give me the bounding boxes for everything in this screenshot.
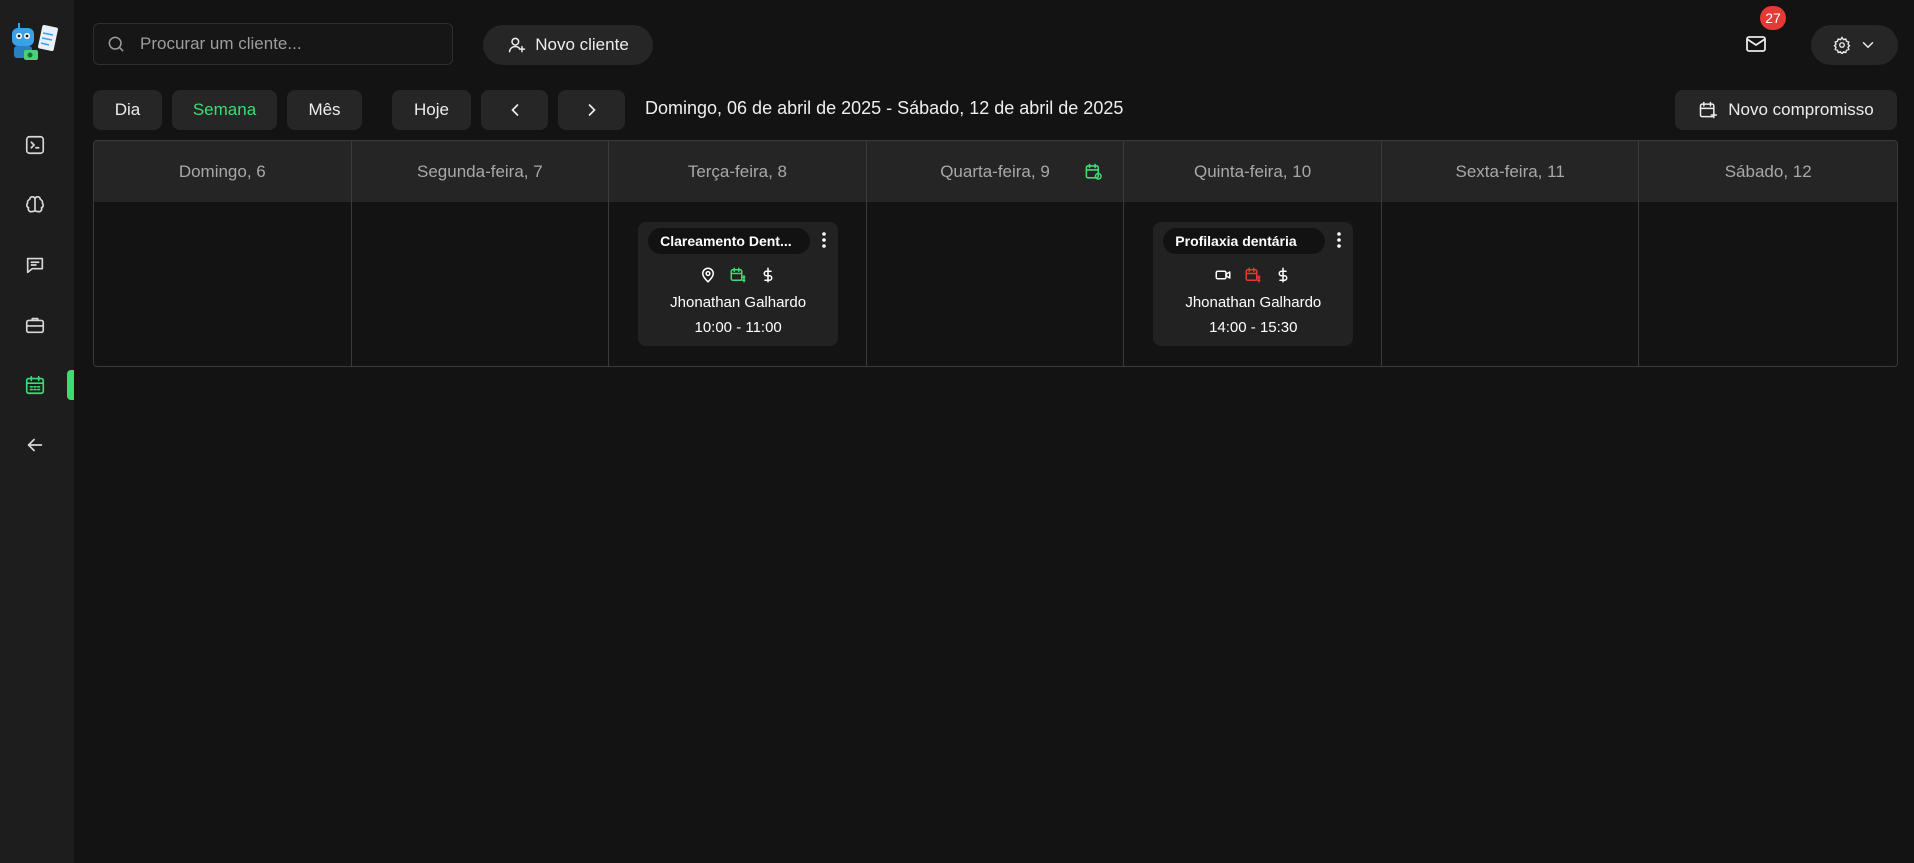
week-calendar: Domingo, 6 Segunda-feira, 7 Terça-feira,… bbox=[93, 140, 1898, 367]
mail-button[interactable] bbox=[1740, 28, 1772, 60]
nav-calendar-icon[interactable] bbox=[20, 370, 50, 400]
calendar-money-icon bbox=[730, 267, 746, 283]
nav-chat-icon[interactable] bbox=[20, 250, 50, 280]
day-column-sunday: Domingo, 6 bbox=[94, 141, 352, 366]
app-logo[interactable] bbox=[10, 20, 62, 64]
day-header-today: Quarta-feira, 9 bbox=[866, 141, 1124, 202]
nav-briefcase-icon[interactable] bbox=[20, 310, 50, 340]
appointment-title-text: Profilaxia dentária bbox=[1175, 233, 1297, 249]
view-month-button[interactable]: Mês bbox=[287, 90, 362, 130]
next-week-button[interactable] bbox=[558, 90, 625, 130]
appointment-menu-button[interactable] bbox=[816, 230, 832, 250]
more-vertical-icon bbox=[1337, 232, 1342, 248]
dollar-icon bbox=[1278, 267, 1288, 283]
day-header-label: Terça-feira, 8 bbox=[687, 161, 788, 181]
appointment-client-name: Jhonathan Galhardo bbox=[670, 294, 807, 311]
new-client-label: Novo cliente bbox=[535, 35, 629, 54]
nav-terminal-icon[interactable] bbox=[20, 130, 50, 160]
day-cell[interactable] bbox=[351, 202, 609, 366]
appointment-title: Profilaxia dentária bbox=[1163, 228, 1326, 254]
day-header: Sexta-feira, 11 bbox=[1381, 141, 1639, 202]
appointment-card[interactable]: Profilaxia dentária Jhonathan Galhardo 1… bbox=[1153, 222, 1354, 346]
search-input[interactable] bbox=[140, 34, 440, 54]
dollar-icon bbox=[763, 267, 773, 283]
appointment-menu-button[interactable] bbox=[1331, 230, 1347, 250]
mail-icon bbox=[1746, 36, 1766, 52]
day-header-label: Domingo, 6 bbox=[178, 161, 266, 181]
new-appointment-label: Novo compromisso bbox=[1728, 100, 1874, 119]
day-column-saturday: Sábado, 12 bbox=[1639, 141, 1897, 366]
mail-badge: 27 bbox=[1760, 6, 1786, 30]
nav-brain-icon[interactable] bbox=[20, 190, 50, 220]
appointment-time: 10:00 - 11:00 bbox=[694, 319, 782, 336]
chevron-down-icon bbox=[1862, 42, 1873, 49]
nav-active-indicator bbox=[67, 370, 74, 400]
gear-icon bbox=[1833, 36, 1850, 54]
settings-menu-button[interactable] bbox=[1811, 25, 1898, 65]
today-button[interactable]: Hoje bbox=[392, 90, 471, 130]
day-cell[interactable] bbox=[866, 202, 1124, 366]
view-week-button[interactable]: Semana bbox=[172, 90, 277, 130]
day-header-label: Sexta-feira, 11 bbox=[1455, 161, 1565, 181]
appointment-card[interactable]: Clareamento Dent... Jhonathan Galhardo 1… bbox=[638, 222, 839, 346]
calendar-add-icon bbox=[1700, 101, 1718, 119]
day-header: Segunda-feira, 7 bbox=[351, 141, 609, 202]
day-header: Quinta-feira, 10 bbox=[1124, 141, 1381, 202]
day-cell[interactable] bbox=[94, 202, 351, 366]
today-calendar-icon bbox=[1085, 163, 1103, 180]
search-icon bbox=[108, 36, 124, 52]
chevron-right-icon bbox=[588, 104, 596, 116]
view-day-button[interactable]: Dia bbox=[93, 90, 162, 130]
search-box bbox=[93, 23, 453, 65]
day-header-label: Segunda-feira, 7 bbox=[417, 161, 543, 181]
appointment-title-text: Clareamento Dent... bbox=[660, 233, 792, 249]
day-cell[interactable]: Profilaxia dentária Jhonathan Galhardo 1… bbox=[1124, 202, 1381, 366]
appointment-title: Clareamento Dent... bbox=[648, 228, 811, 254]
previous-week-button[interactable] bbox=[481, 90, 548, 130]
day-cell[interactable]: Clareamento Dent... Jhonathan Galhardo 1… bbox=[609, 202, 866, 366]
new-appointment-button[interactable]: Novo compromisso bbox=[1675, 90, 1897, 130]
date-range-label: Domingo, 06 de abril de 2025 - Sábado, 1… bbox=[645, 98, 1124, 118]
day-column-monday: Segunda-feira, 7 bbox=[351, 141, 610, 366]
day-column-friday: Sexta-feira, 11 bbox=[1381, 141, 1640, 366]
day-header: Domingo, 6 bbox=[94, 141, 351, 202]
day-cell[interactable] bbox=[1381, 202, 1639, 366]
chevron-left-icon bbox=[510, 104, 518, 116]
day-header-label: Sábado, 12 bbox=[1724, 161, 1812, 181]
day-column-thursday: Quinta-feira, 10 Profilaxia dentária Jho… bbox=[1124, 141, 1382, 366]
add-user-icon bbox=[508, 37, 526, 53]
appointment-time: 14:00 - 15:30 bbox=[1209, 319, 1298, 336]
video-icon bbox=[1215, 270, 1231, 280]
day-cell[interactable] bbox=[1639, 202, 1897, 366]
day-header: Terça-feira, 8 bbox=[609, 141, 866, 202]
new-client-button[interactable]: Novo cliente bbox=[483, 25, 653, 65]
day-column-tuesday: Terça-feira, 8 Clareamento Dent... Jhona… bbox=[609, 141, 867, 366]
appointment-icons bbox=[1153, 266, 1353, 284]
day-column-wednesday: Quarta-feira, 9 bbox=[866, 141, 1125, 366]
day-header: Sábado, 12 bbox=[1639, 141, 1897, 202]
day-header-label: Quinta-feira, 10 bbox=[1193, 161, 1312, 181]
appointment-icons bbox=[638, 266, 838, 284]
more-vertical-icon bbox=[822, 232, 826, 248]
appointment-client-name: Jhonathan Galhardo bbox=[1185, 294, 1322, 311]
day-header-label: Quarta-feira, 9 bbox=[940, 161, 1050, 181]
sidebar bbox=[0, 0, 74, 863]
calendar-money-icon bbox=[1245, 267, 1261, 283]
nav-back-arrow-icon[interactable] bbox=[20, 430, 50, 460]
location-icon bbox=[702, 267, 715, 283]
